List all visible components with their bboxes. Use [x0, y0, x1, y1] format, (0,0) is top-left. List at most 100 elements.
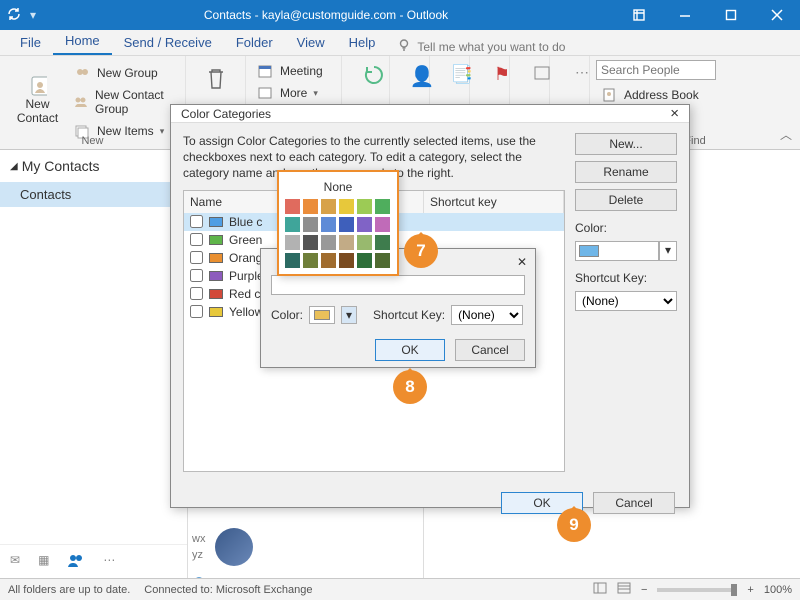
meeting-icon [256, 62, 274, 80]
picker-swatch[interactable] [339, 253, 354, 268]
category-checkbox[interactable] [190, 251, 203, 264]
category-checkbox[interactable] [190, 287, 203, 300]
dialog-cancel-button[interactable]: Cancel [593, 492, 675, 514]
picker-swatch[interactable] [375, 253, 390, 268]
tab-folder[interactable]: Folder [224, 30, 285, 55]
shortcut-key-select[interactable]: (None) [575, 291, 677, 311]
delete-category-button[interactable]: Delete [575, 189, 677, 211]
picker-swatch[interactable] [285, 253, 300, 268]
tab-file[interactable]: File [8, 30, 53, 55]
dialog-close-icon[interactable]: × [670, 105, 679, 122]
category-checkbox[interactable] [190, 233, 203, 246]
alpha-index[interactable]: wx yz [192, 531, 205, 564]
picker-swatch[interactable] [375, 217, 390, 232]
new-group-button[interactable]: New Group [69, 62, 179, 84]
sub-color-dropdown-icon[interactable]: ▾ [341, 306, 357, 324]
tab-view[interactable]: View [285, 30, 337, 55]
nav-calendar-icon[interactable]: ▦ [38, 553, 49, 570]
nav-sidebar: ◢ My Contacts Contacts ✉ ▦ ⋯ [0, 150, 188, 578]
picker-swatch[interactable] [339, 217, 354, 232]
color-picker-grid [285, 199, 391, 268]
quickaccess-sync-icon[interactable] [6, 6, 22, 25]
window-titlebar: ▾ Contacts - kayla@customguide.com - Out… [0, 0, 800, 30]
new-contact-label: New Contact [10, 98, 65, 124]
sub-shortcut-label: Shortcut Key: [373, 308, 445, 322]
window-maximize-icon[interactable] [708, 0, 754, 30]
ribbon-tabs: File Home Send / Receive Folder View Hel… [0, 30, 800, 56]
picker-swatch[interactable] [321, 235, 336, 250]
tab-home[interactable]: Home [53, 28, 112, 55]
subdialog-close-icon[interactable]: ✕ [517, 255, 527, 269]
tab-help[interactable]: Help [337, 30, 388, 55]
ribbon-collapse-icon[interactable]: ︿ [780, 126, 792, 143]
tab-send-receive[interactable]: Send / Receive [112, 30, 224, 55]
zoom-in-icon[interactable]: + [747, 584, 753, 596]
picker-swatch[interactable] [339, 235, 354, 250]
picker-swatch[interactable] [357, 217, 372, 232]
picker-swatch[interactable] [303, 217, 318, 232]
picker-swatch[interactable] [285, 235, 300, 250]
subdialog-ok-button[interactable]: OK [375, 339, 445, 361]
picker-swatch[interactable] [285, 217, 300, 232]
category-label: Orang [229, 251, 262, 265]
status-bar: All folders are up to date. Connected to… [0, 578, 800, 600]
new-group-icon [73, 64, 91, 82]
color-dropdown-icon[interactable]: ▾ [659, 241, 677, 261]
picker-swatch[interactable] [321, 253, 336, 268]
picker-swatch[interactable] [357, 235, 372, 250]
sidebar-header-label: My Contacts [22, 158, 100, 174]
category-checkbox[interactable] [190, 305, 203, 318]
picker-swatch[interactable] [303, 199, 318, 214]
new-category-button[interactable]: New... [575, 133, 677, 155]
picker-swatch[interactable] [375, 235, 390, 250]
picker-swatch[interactable] [321, 217, 336, 232]
delete-button[interactable] [192, 60, 239, 99]
trash-icon [204, 64, 228, 95]
color-picker-popover: None [277, 170, 399, 276]
more-icon [256, 84, 274, 102]
meeting-button[interactable]: Meeting [252, 60, 335, 82]
sub-shortcut-select[interactable]: (None) [451, 305, 523, 325]
more-button[interactable]: More▾ [252, 82, 335, 104]
ribbon-group-new-label: New [0, 135, 185, 147]
column-shortcut[interactable]: Shortcut key [424, 191, 564, 213]
sidebar-header[interactable]: ◢ My Contacts [0, 150, 187, 182]
picker-swatch[interactable] [303, 235, 318, 250]
picker-swatch[interactable] [357, 199, 372, 214]
subdialog-cancel-button[interactable]: Cancel [455, 339, 525, 361]
new-contact-group-button[interactable]: New Contact Group [69, 86, 179, 118]
view-normal-icon[interactable] [593, 582, 607, 597]
sidebar-item-contacts[interactable]: Contacts [0, 182, 187, 207]
picker-swatch[interactable] [321, 199, 336, 214]
zoom-out-icon[interactable]: − [641, 584, 647, 596]
window-options-icon[interactable] [616, 0, 662, 30]
window-close-icon[interactable] [754, 0, 800, 30]
new-contact-button[interactable]: New Contact [6, 60, 69, 142]
address-book-button[interactable]: Address Book [596, 84, 703, 106]
nav-people-icon[interactable] [67, 553, 85, 570]
search-people-input[interactable] [596, 60, 716, 80]
tell-me-field[interactable]: Tell me what you want to do [397, 38, 565, 55]
flag-icon: ⚑ [494, 64, 510, 85]
view-reading-icon[interactable] [617, 582, 631, 597]
nav-mail-icon[interactable]: ✉ [10, 553, 20, 570]
picker-swatch[interactable] [357, 253, 372, 268]
picker-swatch[interactable] [339, 199, 354, 214]
new-contact-icon [29, 77, 47, 95]
callout-7: 7 [404, 234, 438, 268]
window-minimize-icon[interactable] [662, 0, 708, 30]
color-label: Color: [575, 221, 677, 235]
address-book-icon [600, 86, 618, 104]
callout-9: 9 [557, 508, 591, 542]
picker-swatch[interactable] [285, 199, 300, 214]
category-checkbox[interactable] [190, 215, 203, 228]
category-checkbox[interactable] [190, 269, 203, 282]
rename-category-button[interactable]: Rename [575, 161, 677, 183]
nav-more-icon[interactable]: ⋯ [103, 553, 115, 570]
picker-swatch[interactable] [375, 199, 390, 214]
picker-swatch[interactable] [303, 253, 318, 268]
category-name-input[interactable] [271, 275, 525, 295]
zoom-slider[interactable] [657, 588, 737, 592]
status-folders: All folders are up to date. [8, 584, 130, 596]
color-picker-none[interactable]: None [285, 178, 391, 199]
